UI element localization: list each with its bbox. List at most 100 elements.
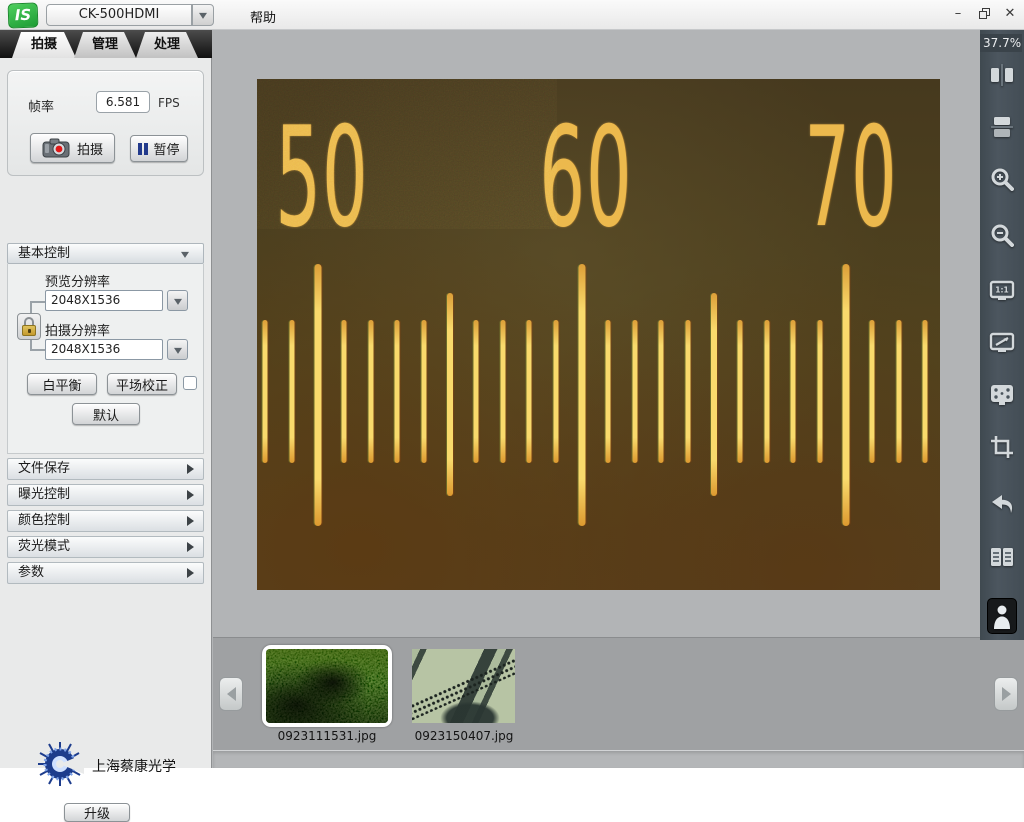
tab-manage[interactable]: 管理	[74, 32, 136, 58]
section-exposure-control[interactable]: 曝光控制	[7, 484, 204, 506]
preview-resolution-label: 预览分辨率	[45, 271, 110, 290]
ruler-tick	[474, 320, 479, 463]
capture-resolution-dropdown-button[interactable]	[167, 339, 188, 360]
scroll-right-button[interactable]	[994, 677, 1018, 711]
resolution-link-line	[30, 301, 45, 303]
ruler-tick	[395, 320, 400, 463]
live-preview-image[interactable]: 506070	[257, 79, 940, 590]
preview-resolution-value[interactable]: 2048X1536	[45, 290, 163, 311]
tab-capture[interactable]: 拍摄	[12, 32, 76, 58]
full-screen-icon[interactable]	[989, 382, 1015, 408]
default-button[interactable]: 默认	[72, 403, 140, 425]
ruler-tick	[342, 320, 347, 463]
brand-starburst-icon	[36, 740, 84, 788]
ruler-tick	[685, 320, 690, 463]
framerate-group: 帧率 6.581 FPS 拍摄 暂停	[7, 70, 204, 176]
restore-button[interactable]	[976, 6, 992, 22]
white-balance-button[interactable]: 白平衡	[27, 373, 97, 395]
capture-resolution-combo[interactable]: 2048X1536	[45, 339, 188, 360]
crop-icon[interactable]	[989, 434, 1015, 460]
menu-help[interactable]: 帮助	[250, 7, 276, 26]
ruler-tick	[315, 264, 322, 526]
collapse-icon	[181, 251, 189, 257]
ruler-tick	[817, 320, 822, 463]
framerate-label: 帧率	[28, 96, 54, 115]
device-selector-value[interactable]: CK-500HDMI	[46, 4, 192, 26]
ruler-tick	[764, 320, 769, 463]
ruler-number: 60	[539, 109, 632, 247]
framerate-unit: FPS	[158, 96, 180, 110]
thumbnail[interactable]	[412, 649, 515, 723]
preview-resolution-dropdown-button[interactable]	[167, 290, 188, 311]
device-selector-dropdown-button[interactable]	[192, 4, 214, 26]
thumbnail-strip: 0923111531.jpg 0923150407.jpg	[213, 637, 1024, 750]
actual-size-icon[interactable]: 1:1	[989, 278, 1015, 304]
arrow-right-icon	[1002, 687, 1011, 701]
ruler-tick	[527, 320, 532, 463]
basic-control-header[interactable]: 基本控制	[7, 243, 204, 264]
section-color-control[interactable]: 颜色控制	[7, 510, 204, 532]
ruler-number: 50	[275, 109, 368, 247]
section-label: 曝光控制	[18, 487, 70, 502]
resolution-link-line	[30, 349, 45, 351]
user-icon[interactable]	[987, 598, 1017, 634]
tab-process[interactable]: 处理	[136, 32, 198, 58]
brand-text: 上海蔡康光学	[92, 756, 176, 776]
fit-window-icon[interactable]	[989, 330, 1015, 356]
window-controls: – ✕	[950, 6, 1018, 22]
expand-icon	[187, 568, 194, 578]
capture-resolution-value[interactable]: 2048X1536	[45, 339, 163, 360]
compare-horizontal-icon[interactable]	[989, 62, 1015, 88]
close-button[interactable]: ✕	[1002, 6, 1018, 22]
ruler-tick	[711, 293, 717, 496]
zoom-in-icon[interactable]	[989, 166, 1015, 192]
section-fluorescence-mode[interactable]: 荧光模式	[7, 536, 204, 558]
ruler-tick	[659, 320, 664, 463]
thumbnail-selected[interactable]	[262, 645, 392, 727]
camera-icon	[42, 137, 72, 159]
flat-field-checkbox[interactable]	[183, 376, 197, 390]
chevron-down-icon	[174, 347, 182, 353]
expand-icon	[187, 542, 194, 552]
device-selector[interactable]: CK-500HDMI	[46, 4, 214, 26]
ruler-tick	[870, 320, 875, 463]
compare-vertical-icon[interactable]	[989, 114, 1015, 140]
flat-field-button[interactable]: 平场校正	[107, 373, 177, 395]
arrow-left-icon	[227, 687, 236, 701]
ruler-tick	[632, 320, 637, 463]
ruler-tick	[553, 320, 558, 463]
section-file-save[interactable]: 文件保存	[7, 458, 204, 480]
preview-resolution-combo[interactable]: 2048X1536	[45, 290, 188, 311]
framerate-input[interactable]: 6.581	[96, 91, 150, 113]
chevron-down-icon	[199, 13, 207, 19]
resolution-lock-button[interactable]	[17, 313, 41, 340]
scroll-left-button[interactable]	[219, 677, 243, 711]
app-logo: IS	[8, 2, 39, 28]
expand-icon	[187, 464, 194, 474]
section-parameters[interactable]: 参数	[7, 562, 204, 584]
ruler-tick	[368, 320, 373, 463]
minimize-button[interactable]: –	[950, 6, 966, 22]
title-bar: IS CK-500HDMI 帮助 – ✕	[0, 0, 1024, 30]
zoom-level-label: 37.7%	[980, 34, 1022, 52]
svg-text:1:1: 1:1	[995, 286, 1008, 295]
image-browser-icon[interactable]	[989, 544, 1015, 570]
ruler-tick	[579, 264, 586, 526]
pause-button[interactable]: 暂停	[130, 135, 188, 162]
undo-icon[interactable]	[989, 492, 1015, 518]
capture-panel: 帧率 6.581 FPS 拍摄 暂停 基本控制	[0, 58, 212, 768]
thumbnail-filename: 0923150407.jpg	[384, 729, 544, 743]
zoom-out-icon[interactable]	[989, 222, 1015, 248]
app-window: IS CK-500HDMI 帮助 – ✕ 拍摄 管理 处理 帧率 6.581 F…	[0, 0, 1024, 768]
pause-icon	[138, 143, 148, 155]
capture-button[interactable]: 拍摄	[30, 133, 115, 163]
chevron-down-icon	[174, 298, 182, 304]
ruler-tick	[421, 320, 426, 463]
section-label: 参数	[18, 565, 44, 580]
capture-button-label: 拍摄	[77, 139, 103, 158]
thumbnail-image	[266, 649, 388, 723]
thumbnail-filename: 0923111531.jpg	[247, 729, 407, 743]
ruler-tick	[447, 293, 453, 496]
ruler-tick	[263, 320, 268, 463]
upgrade-button[interactable]: 升级	[64, 803, 130, 822]
